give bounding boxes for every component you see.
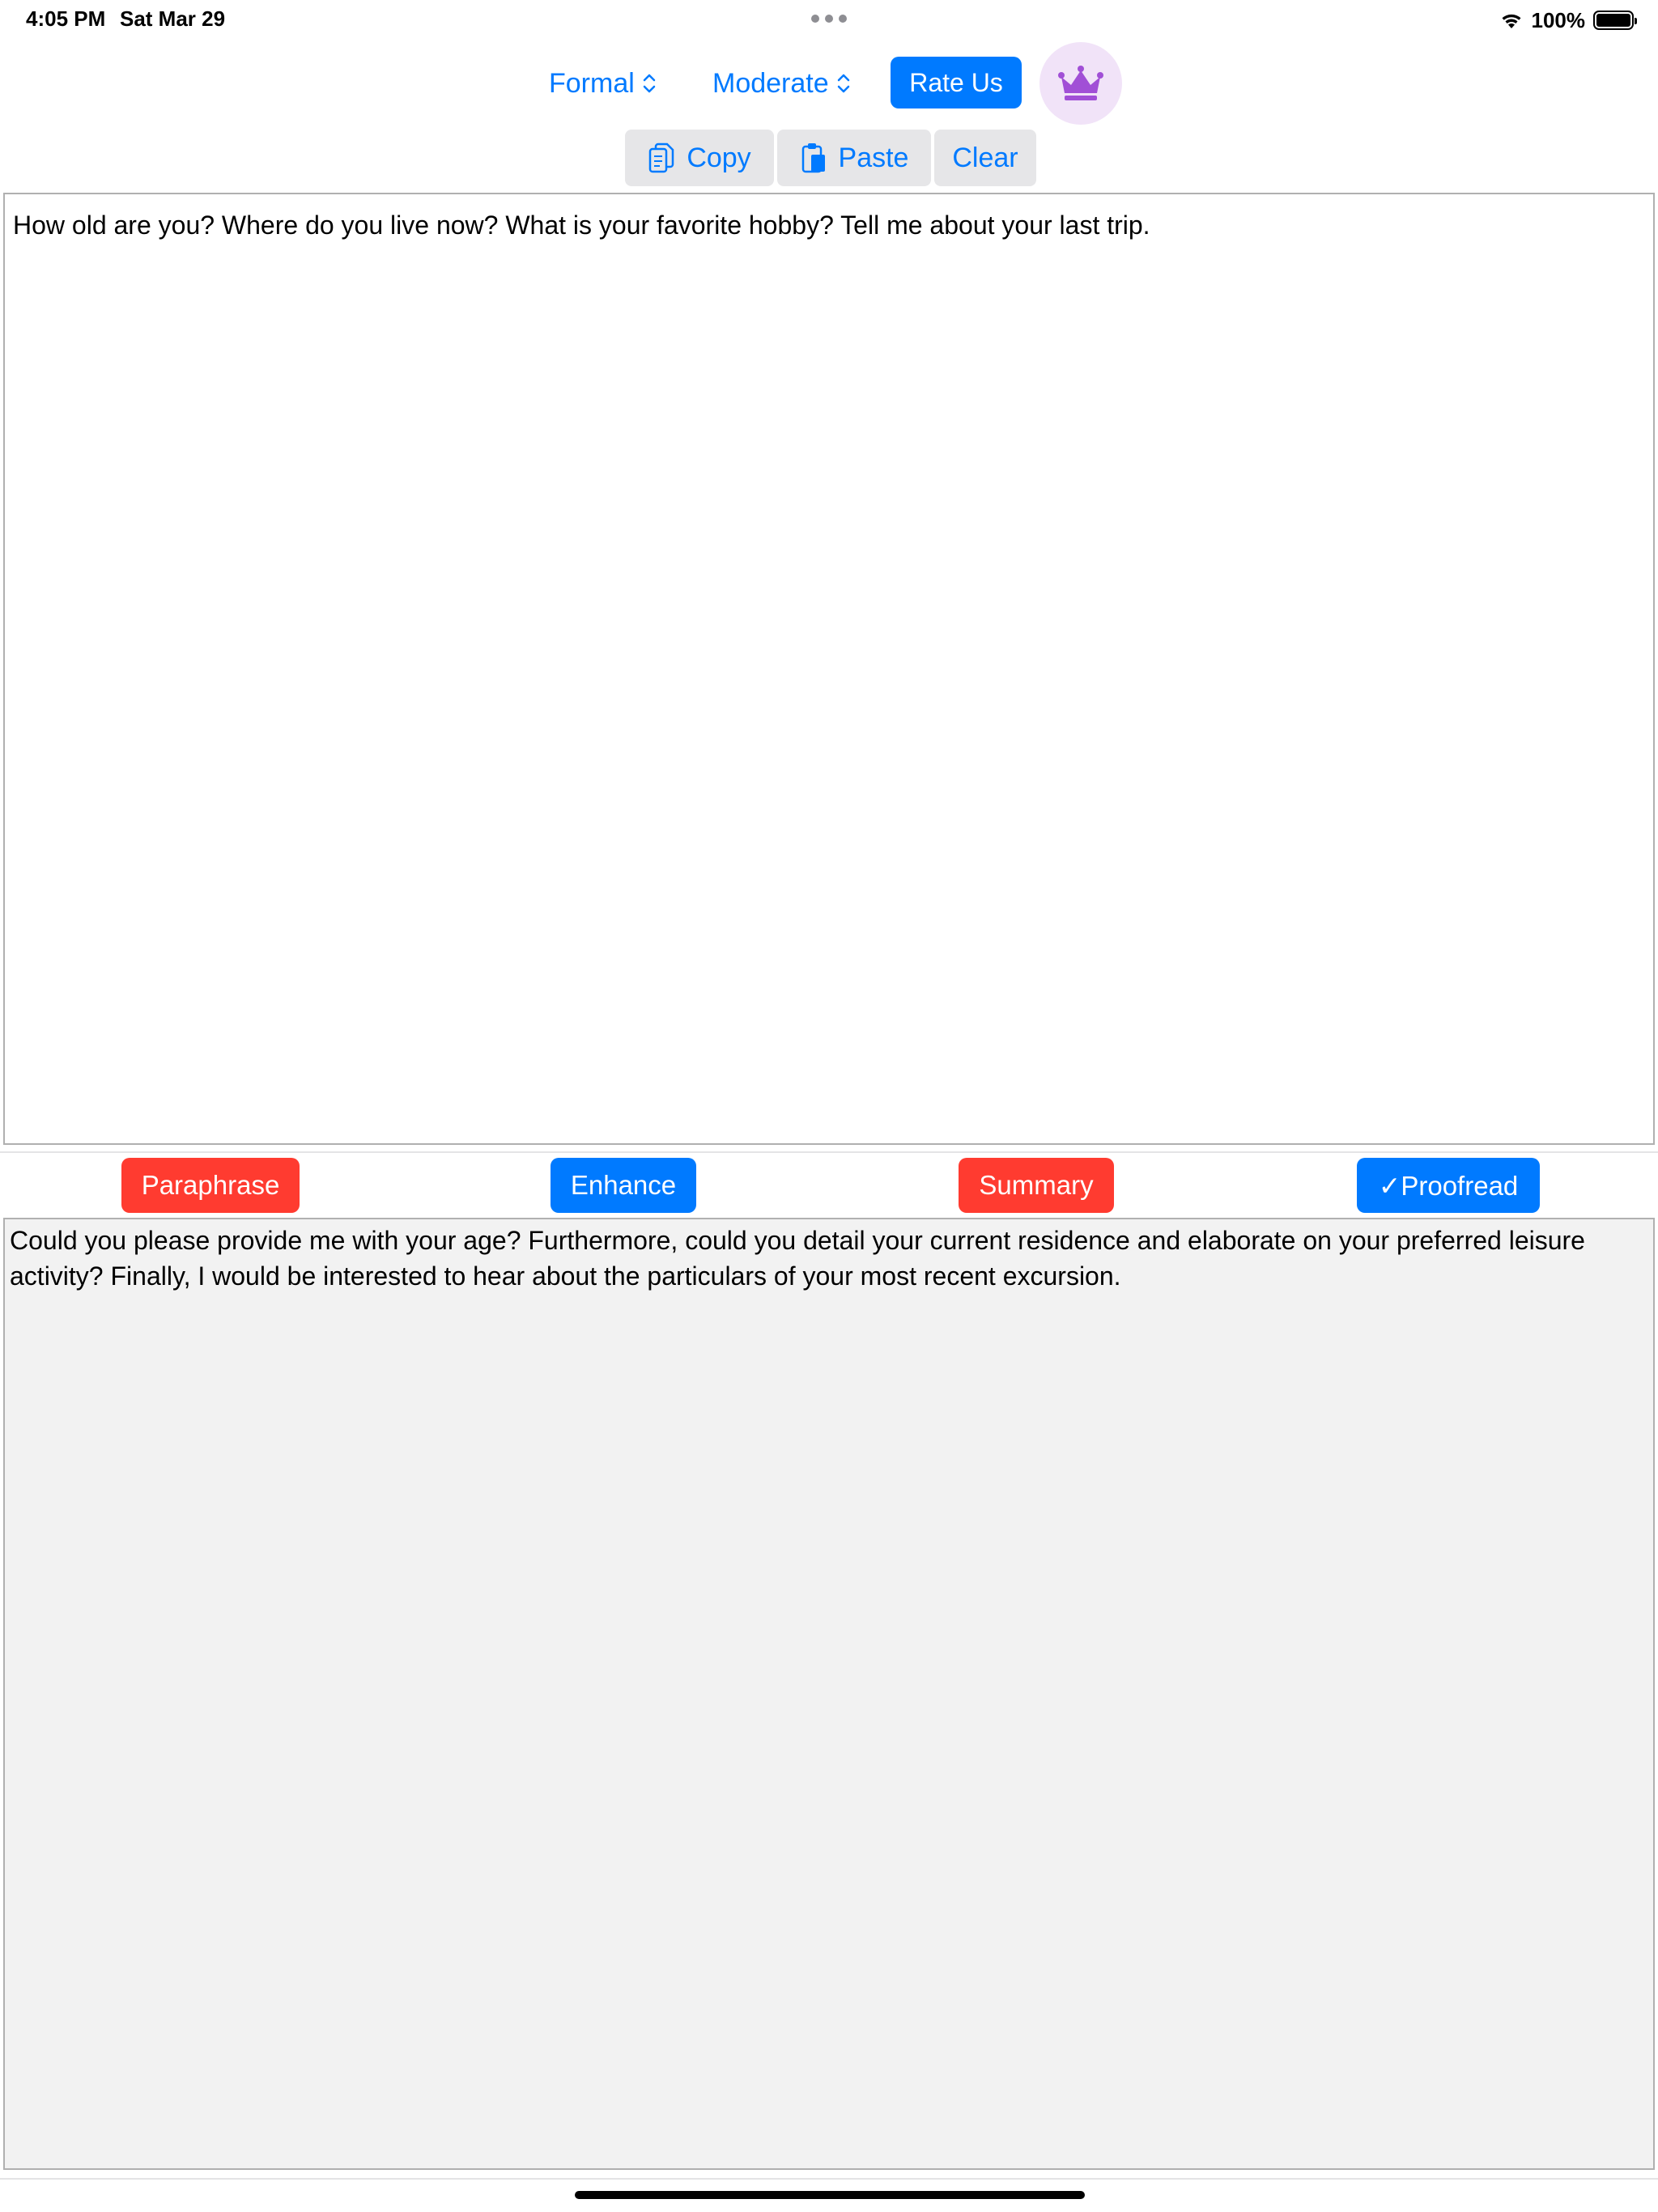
chevron-up-down-icon <box>837 74 849 93</box>
battery-percent: 100% <box>1531 7 1586 32</box>
chevron-up-down-icon <box>643 74 656 93</box>
status-date: Sat Mar 29 <box>120 6 226 31</box>
status-indicators: 100% <box>1499 6 1637 34</box>
crown-icon <box>1058 66 1103 100</box>
copy-button[interactable]: Copy <box>625 130 774 186</box>
level-picker-label: Moderate <box>712 67 829 99</box>
paste-button[interactable]: Paste <box>777 130 931 186</box>
paraphrase-button[interactable]: Paraphrase <box>121 1158 300 1213</box>
enhance-button[interactable]: Enhance <box>551 1158 696 1213</box>
home-indicator[interactable] <box>575 2191 1085 2199</box>
paste-icon <box>801 143 825 173</box>
status-time: 4:05 PM <box>26 6 106 31</box>
wifi-icon <box>1502 14 1520 28</box>
app-screen: 4:05 PM Sat Mar 29 100% Formal Moderate <box>0 0 1658 2212</box>
status-bar: 4:05 PM Sat Mar 29 100% <box>0 0 1658 40</box>
copy-icon <box>649 143 674 173</box>
copy-button-label: Copy <box>687 142 751 173</box>
level-picker[interactable]: Moderate <box>712 63 852 104</box>
tone-picker[interactable]: Formal <box>549 63 657 104</box>
clear-button[interactable]: Clear <box>934 130 1036 186</box>
proofread-button[interactable]: ✓Proofread <box>1357 1158 1540 1213</box>
tone-picker-label: Formal <box>549 67 635 99</box>
divider <box>0 2178 1658 2180</box>
multitasking-dots-icon[interactable] <box>811 15 847 23</box>
rate-us-button[interactable]: Rate Us <box>891 57 1022 108</box>
input-text-area[interactable]: How old are you? Where do you live now? … <box>3 193 1655 1145</box>
paste-button-label: Paste <box>838 142 909 173</box>
premium-button[interactable] <box>1039 42 1122 125</box>
output-text-area[interactable]: Could you please provide me with your ag… <box>3 1218 1655 2170</box>
summary-button[interactable]: Summary <box>959 1158 1114 1213</box>
clear-button-label: Clear <box>952 142 1018 173</box>
battery-icon <box>1593 11 1637 30</box>
divider <box>0 1151 1658 1153</box>
